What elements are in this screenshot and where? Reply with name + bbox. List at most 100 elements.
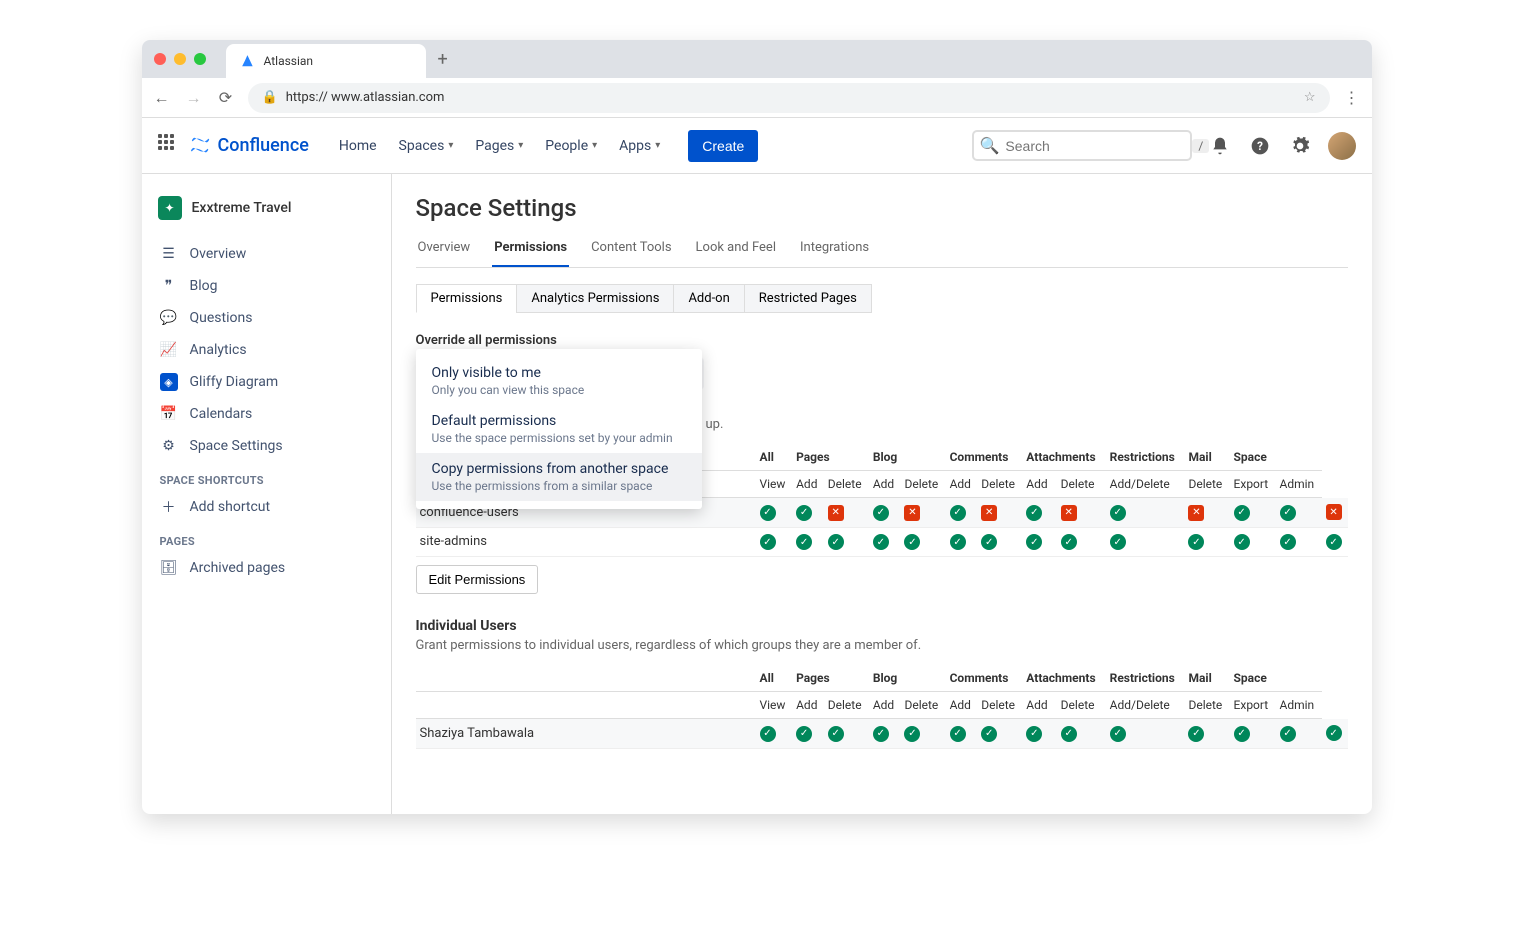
sidebar-calendars[interactable]: 📅Calendars: [150, 398, 383, 430]
sidebar-questions[interactable]: 💬Questions: [150, 302, 383, 334]
confluence-logo[interactable]: Confluence: [190, 135, 309, 157]
check-icon: ✓: [796, 534, 812, 550]
permission-cell: ✕: [1184, 498, 1229, 528]
user-avatar[interactable]: [1328, 132, 1356, 160]
table-row: site-admins✓✓✓✓✓✓✓✓✓✓✓✓✓✓: [416, 527, 1348, 557]
permission-cell: ✓: [1276, 527, 1322, 557]
permission-cell: ✓: [869, 498, 901, 528]
check-icon: ✓: [1326, 725, 1342, 741]
permission-cell: ✓: [900, 527, 945, 557]
check-icon: ✓: [1326, 534, 1342, 550]
check-icon: ✓: [1280, 534, 1296, 550]
check-icon: ✓: [1110, 726, 1126, 742]
reload-button[interactable]: ⟳: [216, 88, 236, 108]
chevron-down-icon: ▾: [655, 140, 660, 151]
permission-cell: ✓: [1276, 498, 1322, 528]
archived-pages[interactable]: 🗄Archived pages: [150, 552, 383, 584]
check-icon: ✓: [1234, 505, 1250, 521]
forward-button[interactable]: →: [184, 88, 204, 108]
add-shortcut[interactable]: ＋Add shortcut: [150, 491, 383, 523]
check-icon: ✓: [1234, 726, 1250, 742]
dropdown-default[interactable]: Default permissions Use the space permis…: [416, 405, 702, 453]
space-icon: ✦: [158, 196, 182, 220]
permission-cell: ✓: [1230, 719, 1276, 749]
settings-icon[interactable]: [1288, 134, 1312, 158]
dropdown-only-me[interactable]: Only visible to me Only you can view thi…: [416, 357, 702, 405]
new-tab-button[interactable]: +: [438, 49, 448, 70]
nav-apps[interactable]: Apps▾: [609, 132, 670, 160]
tab-permissions[interactable]: Permissions: [492, 234, 569, 267]
check-icon: ✓: [1061, 534, 1077, 550]
back-button[interactable]: ←: [152, 88, 172, 108]
individual-users-desc: Grant permissions to individual users, r…: [416, 638, 1348, 653]
gliffy-icon: ◈: [160, 373, 178, 391]
x-icon: ✕: [1188, 505, 1204, 521]
x-icon: ✕: [981, 505, 997, 521]
search-box[interactable]: 🔍 /: [972, 130, 1192, 161]
overview-icon: ☰: [160, 245, 178, 263]
address-bar[interactable]: 🔒 https:// www.atlassian.com ☆: [248, 83, 1330, 113]
star-icon[interactable]: ☆: [1304, 90, 1316, 105]
notifications-icon[interactable]: [1208, 134, 1232, 158]
check-icon: ✓: [1026, 534, 1042, 550]
sidebar-gliffy[interactable]: ◈Gliffy Diagram: [150, 366, 383, 398]
check-icon: ✓: [1280, 726, 1296, 742]
permission-cell: ✕: [900, 498, 945, 528]
subtab-analytics[interactable]: Analytics Permissions: [516, 284, 674, 313]
window-controls: [154, 53, 206, 65]
x-icon: ✕: [904, 505, 920, 521]
sidebar-analytics[interactable]: 📈Analytics: [150, 334, 383, 366]
browser-tab[interactable]: Atlassian: [226, 44, 426, 78]
permission-cell: ✓: [1022, 498, 1056, 528]
pages-heading: PAGES: [150, 523, 383, 552]
check-icon: ✓: [950, 726, 966, 742]
edit-permissions-button[interactable]: Edit Permissions: [416, 565, 539, 594]
nav-pages[interactable]: Pages▾: [465, 132, 533, 160]
app-header: Confluence Home Spaces▾ Pages▾ People▾ A…: [142, 118, 1372, 174]
override-label: Override all permissions: [416, 333, 1348, 348]
browser-tab-bar: Atlassian +: [142, 40, 1372, 78]
create-button[interactable]: Create: [688, 130, 758, 162]
maximize-window[interactable]: [194, 53, 206, 65]
permission-cell: ✓: [1106, 527, 1185, 557]
sidebar-blog[interactable]: ❞Blog: [150, 270, 383, 302]
permission-cell: ✓: [792, 498, 824, 528]
tab-content-tools[interactable]: Content Tools: [589, 234, 673, 267]
close-window[interactable]: [154, 53, 166, 65]
permission-cell: ✓: [1057, 527, 1106, 557]
nav-people[interactable]: People▾: [535, 132, 607, 160]
shortcuts-heading: SPACE SHORTCUTS: [150, 462, 383, 491]
browser-menu[interactable]: ⋮: [1342, 88, 1362, 108]
svg-text:?: ?: [1257, 139, 1263, 153]
app-switcher-icon[interactable]: [158, 134, 182, 158]
row-name: Shaziya Tambawala: [416, 719, 756, 749]
check-icon: ✓: [1280, 505, 1296, 521]
chevron-down-icon: ▾: [448, 140, 453, 151]
nav-spaces[interactable]: Spaces▾: [389, 132, 464, 160]
sidebar-space-settings[interactable]: ⚙Space Settings: [150, 430, 383, 462]
nav-home[interactable]: Home: [329, 132, 387, 160]
browser-toolbar: ← → ⟳ 🔒 https:// www.atlassian.com ☆ ⋮: [142, 78, 1372, 118]
tab-overview[interactable]: Overview: [416, 234, 473, 267]
check-icon: ✓: [760, 534, 776, 550]
tab-integrations[interactable]: Integrations: [798, 234, 871, 267]
sidebar-overview[interactable]: ☰Overview: [150, 238, 383, 270]
blog-icon: ❞: [160, 277, 178, 295]
dropdown-copy[interactable]: Copy permissions from another space Use …: [416, 453, 702, 501]
minimize-window[interactable]: [174, 53, 186, 65]
check-icon: ✓: [873, 534, 889, 550]
table-row: Shaziya Tambawala✓✓✓✓✓✓✓✓✓✓✓✓✓✓: [416, 719, 1348, 749]
subtab-permissions[interactable]: Permissions: [416, 284, 518, 313]
check-icon: ✓: [981, 534, 997, 550]
tab-look-feel[interactable]: Look and Feel: [694, 234, 778, 267]
permission-cell: ✓: [824, 719, 869, 749]
subtab-addon[interactable]: Add-on: [673, 284, 744, 313]
subtab-restricted[interactable]: Restricted Pages: [744, 284, 872, 313]
permission-cell: ✓: [977, 719, 1022, 749]
space-header[interactable]: ✦ Exxtreme Travel: [150, 190, 383, 226]
main-content: Space Settings Overview Permissions Cont…: [392, 174, 1372, 814]
check-icon: ✓: [1110, 534, 1126, 550]
help-icon[interactable]: ?: [1248, 134, 1272, 158]
search-input[interactable]: [1005, 138, 1186, 154]
permission-cell: ✓: [869, 527, 901, 557]
